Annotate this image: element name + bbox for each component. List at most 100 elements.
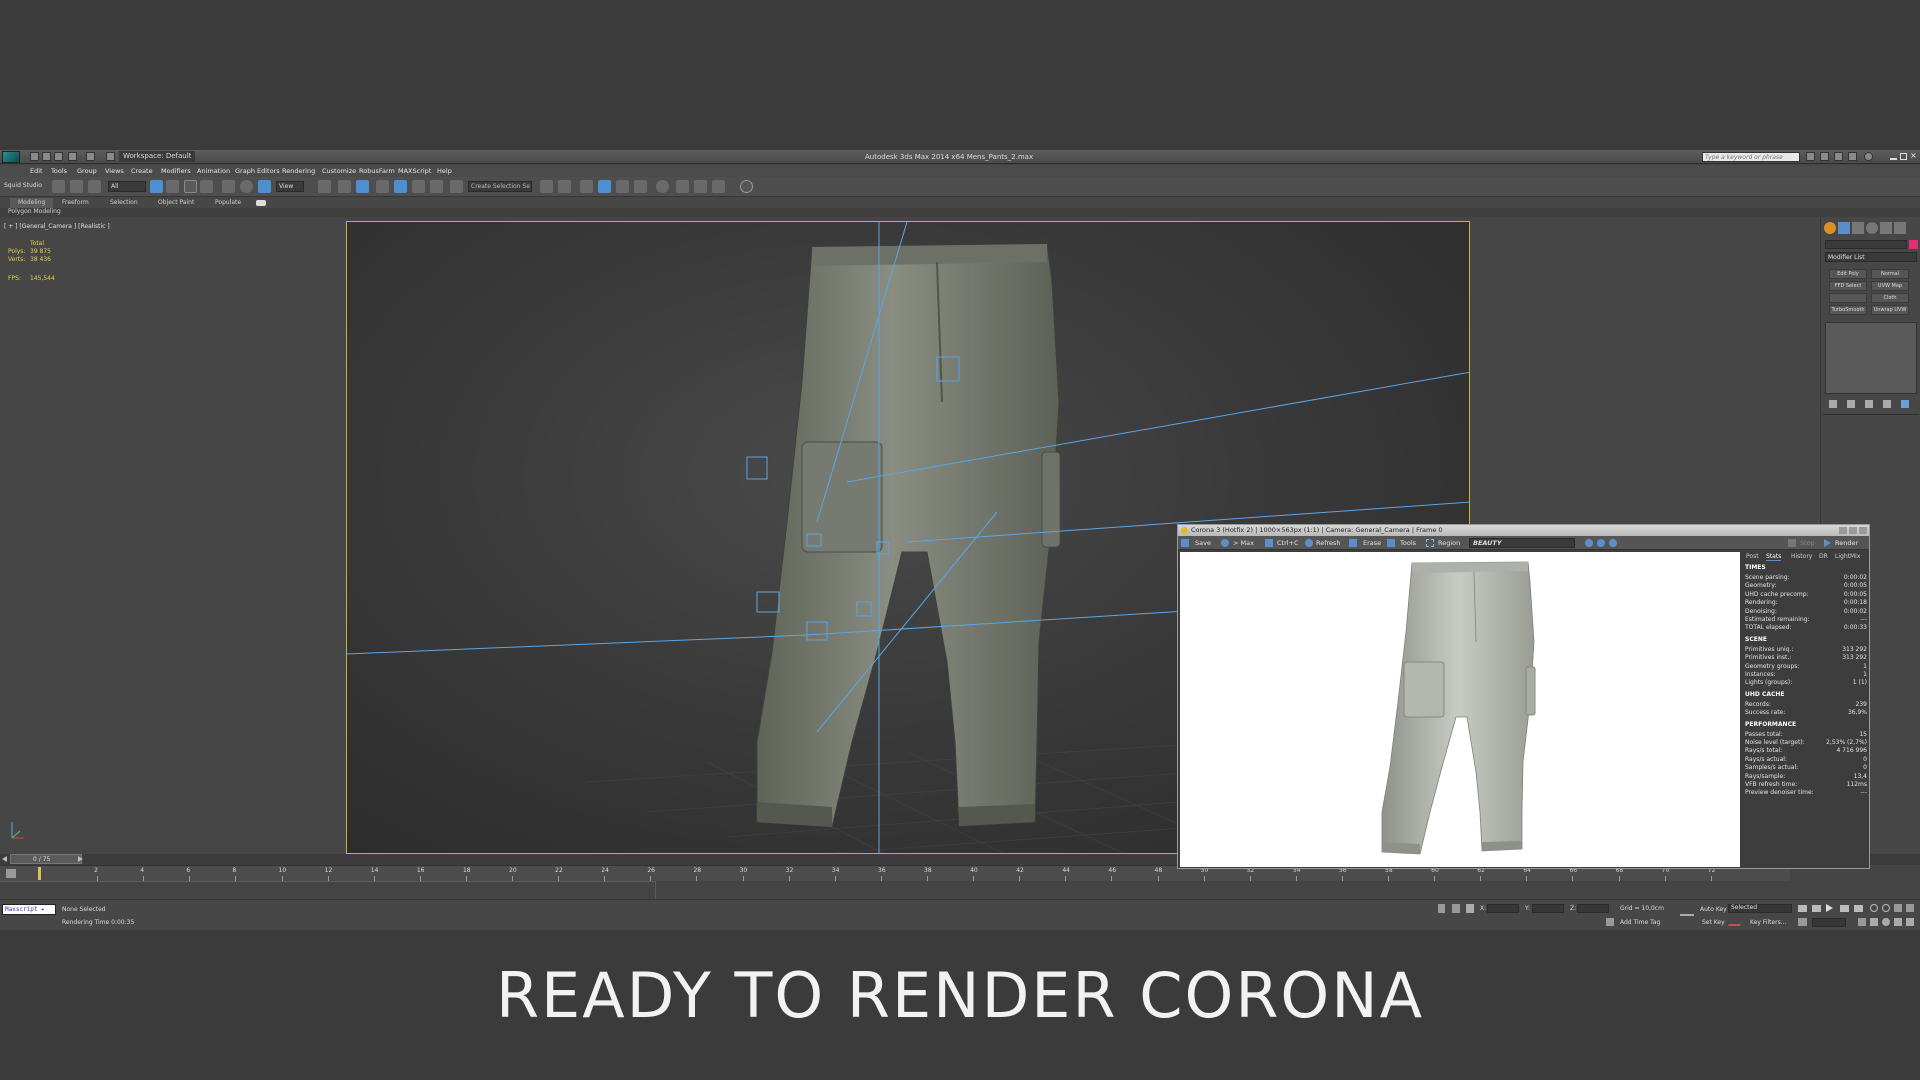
erase-icon[interactable] <box>1349 539 1357 547</box>
zoom-out-icon[interactable] <box>1597 539 1605 547</box>
search-field[interactable]: Type a keyword or phrase <box>1702 152 1800 162</box>
copy-icon[interactable] <box>1265 539 1273 547</box>
select-manipulate-icon[interactable] <box>338 180 351 193</box>
menu-item-customize[interactable]: Customize <box>322 165 356 177</box>
vfb-stop-button[interactable]: Stop <box>1800 536 1815 550</box>
make-unique-icon[interactable] <box>1865 400 1873 408</box>
z-coord-field[interactable] <box>1577 904 1609 913</box>
to-max-icon[interactable] <box>1221 539 1229 547</box>
mirror-icon[interactable] <box>540 180 553 193</box>
channel-dropdown[interactable]: BEAUTY <box>1469 538 1575 548</box>
object-color-swatch[interactable] <box>1909 240 1918 249</box>
vfb-minimize-button[interactable] <box>1839 527 1847 534</box>
menu-item-robusfarm[interactable]: RobusFarm <box>359 165 395 177</box>
modifier-button-cloth[interactable]: Cloth <box>1871 293 1909 303</box>
tab-freeform[interactable]: Freeform <box>62 198 89 208</box>
favorites-icon[interactable] <box>1848 152 1857 161</box>
go-to-end-icon[interactable] <box>1854 905 1863 912</box>
modify-tab-icon[interactable] <box>1838 222 1850 234</box>
tab-object-paint[interactable]: Object Paint <box>158 198 194 208</box>
vfb-render-button[interactable]: Render <box>1835 536 1858 550</box>
display-tab-icon[interactable] <box>1880 222 1892 234</box>
align-icon[interactable] <box>558 180 571 193</box>
modifier-button-unwrap-uvw[interactable]: Unwrap UVW <box>1871 305 1909 315</box>
add-time-tag-icon[interactable] <box>1606 918 1614 926</box>
selection-filter-dropdown[interactable]: All <box>108 181 146 192</box>
menu-item-animation[interactable]: Animation <box>197 165 230 177</box>
menu-item-group[interactable]: Group <box>77 165 97 177</box>
render-play-icon[interactable] <box>1824 539 1831 547</box>
pin-stack-icon[interactable] <box>1829 400 1837 408</box>
save-icon[interactable] <box>1181 539 1189 547</box>
field-of-view-icon[interactable] <box>1858 918 1866 926</box>
menu-item-rendering[interactable]: Rendering <box>282 165 315 177</box>
key-filters-button[interactable]: Key Filters... <box>1750 919 1787 926</box>
help-icon[interactable] <box>1864 152 1873 161</box>
modifier-stack[interactable] <box>1825 322 1917 394</box>
scene-explorer-icon[interactable] <box>598 180 611 193</box>
hierarchy-tab-icon[interactable] <box>1852 222 1864 234</box>
edit-named-sel-icon[interactable] <box>450 180 463 193</box>
vfb-to-max-button[interactable]: > Max <box>1233 536 1254 550</box>
snaps-toggle-icon[interactable] <box>376 180 389 193</box>
zoom-icon[interactable] <box>1870 904 1878 912</box>
link-icon[interactable] <box>52 180 65 193</box>
show-end-result-icon[interactable] <box>1847 400 1855 408</box>
absolute-mode-icon[interactable] <box>1438 904 1445 913</box>
maxscript-listener[interactable]: Maxscript ▸ <box>2 904 56 915</box>
maximize-viewport-icon[interactable] <box>1906 918 1914 926</box>
isolate-icon[interactable] <box>1466 904 1474 913</box>
app-logo-icon[interactable] <box>2 151 20 163</box>
schematic-view-icon[interactable] <box>634 180 647 193</box>
auto-key-mode-dropdown[interactable]: Selected <box>1728 904 1792 913</box>
select-by-name-icon[interactable] <box>166 180 179 193</box>
vfb-maximize-button[interactable] <box>1849 527 1857 534</box>
tab-selection[interactable]: Selection <box>110 198 138 208</box>
undo-icon[interactable] <box>68 152 77 161</box>
panel-tab-history[interactable]: History <box>1791 553 1812 560</box>
ribbon-toggle-icon[interactable] <box>256 200 266 206</box>
menu-item-tools[interactable]: Tools <box>51 165 67 177</box>
named-selection-dropdown[interactable]: Create Selection Se <box>468 181 532 192</box>
object-name-field[interactable] <box>1825 240 1907 249</box>
set-key-button[interactable]: Set Key <box>1702 919 1725 926</box>
subscription-icon[interactable] <box>1820 152 1829 161</box>
modifier-button-uvw-map[interactable]: UVW Map <box>1871 281 1909 291</box>
zoom-extents-icon[interactable] <box>1894 904 1902 912</box>
menu-item-maxscript[interactable]: MAXScript <box>398 165 431 177</box>
go-to-start-icon[interactable] <box>1798 905 1807 912</box>
ribbon-sub-label[interactable]: Polygon Modeling <box>8 207 61 217</box>
spinner-snap-icon[interactable] <box>430 180 443 193</box>
percent-snap-icon[interactable] <box>412 180 425 193</box>
layer-manager-icon[interactable] <box>580 180 593 193</box>
communication-icon[interactable] <box>1834 152 1843 161</box>
vfb-close-button[interactable] <box>1859 527 1867 534</box>
utilities-tab-icon[interactable] <box>1894 222 1906 234</box>
zoom-in-icon[interactable] <box>1585 539 1593 547</box>
render-production-icon[interactable] <box>712 180 725 193</box>
bind-spacewarp-icon[interactable] <box>88 180 101 193</box>
new-file-icon[interactable] <box>30 152 39 161</box>
menu-item-views[interactable]: Views <box>105 165 124 177</box>
pan-icon[interactable] <box>1870 918 1878 926</box>
add-time-tag[interactable]: Add Time Tag <box>1620 919 1660 926</box>
zoom-all-icon[interactable] <box>1882 904 1890 912</box>
hold-icon[interactable] <box>106 152 115 161</box>
modifier-list-dropdown[interactable]: Modifier List <box>1825 252 1917 262</box>
set-key-icon[interactable] <box>1680 908 1694 916</box>
render-setup-icon[interactable] <box>676 180 689 193</box>
time-slider-prev-icon[interactable] <box>2 856 7 862</box>
robusfarm-icon[interactable] <box>740 180 753 193</box>
rect-selection-icon[interactable] <box>184 180 197 193</box>
modifier-button-turbosmooth[interactable]: TurboSmooth <box>1829 305 1867 315</box>
ref-coord-dropdown[interactable]: View <box>276 181 304 192</box>
rotate-icon[interactable] <box>240 180 253 193</box>
move-icon[interactable] <box>222 180 235 193</box>
modifier-button-normal[interactable]: Normal <box>1871 269 1909 279</box>
panel-tab-stats[interactable]: Stats <box>1766 553 1782 561</box>
panel-tab-dr[interactable]: DR <box>1819 553 1828 560</box>
zoom-fit-icon[interactable] <box>1609 539 1617 547</box>
motion-tab-icon[interactable] <box>1866 222 1878 234</box>
walk-through-icon[interactable] <box>1894 918 1902 926</box>
next-frame-icon[interactable] <box>1840 905 1849 912</box>
